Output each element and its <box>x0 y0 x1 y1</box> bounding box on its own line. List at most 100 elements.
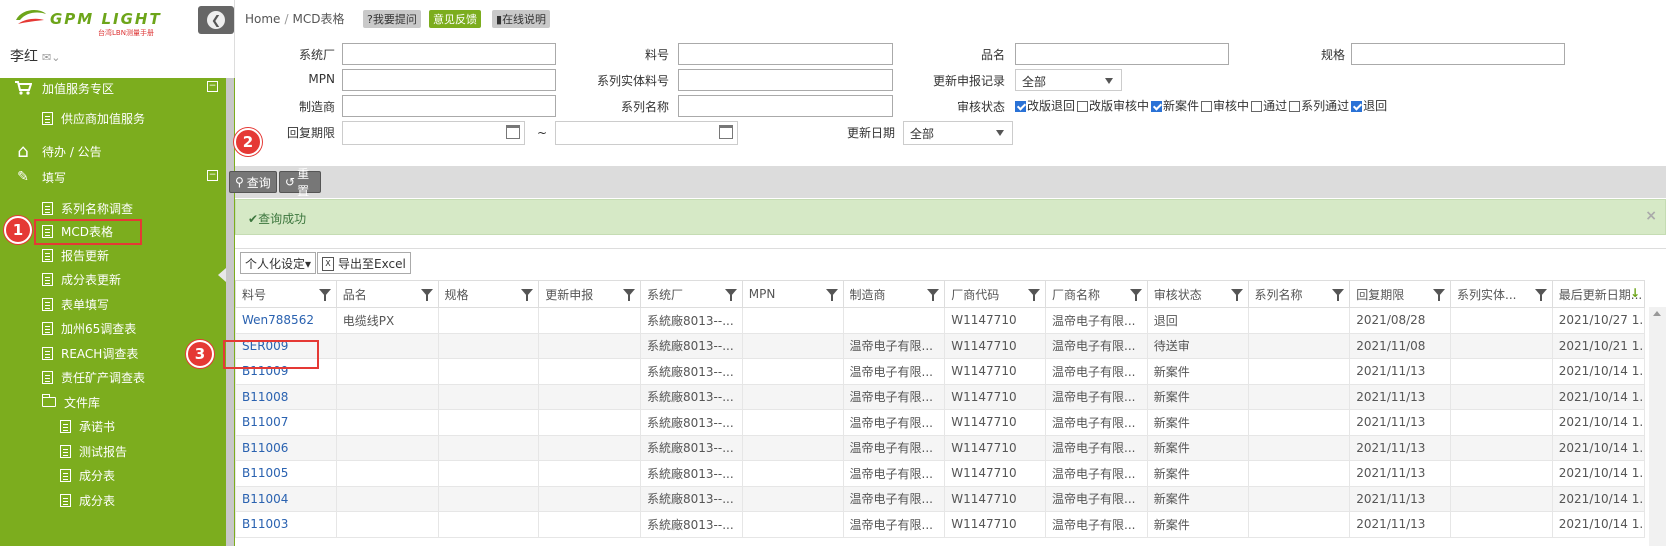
spec-input[interactable] <box>1351 43 1565 65</box>
reply-deadline-end-input[interactable] <box>555 121 738 145</box>
status-checkbox[interactable] <box>1015 101 1026 112</box>
part-no-link[interactable]: B11004 <box>235 485 337 512</box>
reset-button[interactable]: ↺ 重置 <box>279 167 321 198</box>
part-no-link[interactable]: B11005 <box>235 460 337 487</box>
personalize-dropdown[interactable]: 个人化设定▾ <box>240 252 317 274</box>
query-button[interactable]: ⚲ 查询 <box>229 171 277 193</box>
system-factory-input[interactable] <box>342 43 556 65</box>
sidebar-item-11[interactable]: 责任矿产调查表 <box>0 365 226 389</box>
part-no-link[interactable]: B11007 <box>235 409 337 436</box>
sidebar-scrollbar[interactable] <box>226 78 234 546</box>
part-no-input[interactable] <box>678 43 893 65</box>
filter-icon[interactable] <box>1230 289 1243 301</box>
online-help-button[interactable]: ▮在线说明 <box>492 10 551 28</box>
part-no-link[interactable]: B11006 <box>235 434 337 461</box>
status-checkbox[interactable] <box>1251 101 1263 112</box>
sidebar-item-0[interactable]: 加值服务专区 − <box>0 76 226 100</box>
filter-icon[interactable] <box>1129 289 1142 301</box>
sidebar-item-16[interactable]: 成分表 <box>0 488 226 512</box>
sidebar-item-15[interactable]: 成分表 <box>0 463 226 487</box>
user-menu[interactable]: 李红 ✉⌄ <box>10 46 60 66</box>
filter-icon[interactable] <box>927 289 940 301</box>
mpn-input[interactable] <box>342 69 556 91</box>
column-header-5[interactable]: MPN <box>741 280 844 308</box>
part-no-link[interactable]: B11008 <box>235 383 337 410</box>
column-header-0[interactable]: 料号 <box>235 280 337 308</box>
table-row[interactable]: B11003 系統廠8013--... 温帝电子有限... W1147710 温帝电子有… <box>235 511 1646 538</box>
collapse-minus-icon[interactable]: − <box>207 170 218 181</box>
column-header-10[interactable]: 系列名称 <box>1247 280 1351 308</box>
column-header-12[interactable]: 系列实体... <box>1450 280 1553 308</box>
series-entity-part-input[interactable] <box>678 69 893 91</box>
export-excel-button[interactable]: X 导出至Excel <box>317 252 411 274</box>
close-icon[interactable]: × <box>1645 208 1657 224</box>
product-name-input[interactable] <box>1015 43 1229 65</box>
column-header-8[interactable]: 厂商名称 <box>1045 280 1148 308</box>
column-header-11[interactable]: 回复期限 <box>1349 280 1451 308</box>
column-header-3[interactable]: 更新申报 <box>538 280 641 308</box>
sidebar-item-14[interactable]: 测试报告 <box>0 439 226 463</box>
filter-icon[interactable] <box>318 289 331 301</box>
update-record-select[interactable]: 全部 <box>1015 69 1122 91</box>
filter-icon[interactable] <box>521 289 534 301</box>
status-option-6[interactable]: 退回 <box>1351 97 1387 114</box>
column-header-13[interactable]: 最后更新日期... ↓ <box>1551 280 1646 308</box>
table-row[interactable]: B11008 系統廠8013--... 温帝电子有限... W1147710 温帝电子有… <box>235 383 1646 410</box>
status-option-3[interactable]: 审核中 <box>1201 97 1249 114</box>
filter-icon[interactable] <box>623 289 635 301</box>
filter-icon[interactable] <box>1433 289 1445 301</box>
filter-icon[interactable] <box>1332 289 1345 301</box>
sidebar-item-13[interactable]: 承诺书 <box>0 414 226 438</box>
part-no-link[interactable]: Wen788562 <box>235 307 337 334</box>
feedback-button[interactable]: 意见反馈 <box>429 10 481 28</box>
column-header-2[interactable]: 规格 <box>437 280 540 308</box>
status-checkbox[interactable] <box>1289 101 1301 112</box>
sidebar-item-1[interactable]: 供应商加值服务 <box>0 106 226 130</box>
status-option-0[interactable]: 改版退回 <box>1015 97 1075 114</box>
filter-icon[interactable] <box>420 289 433 301</box>
sidebar-item-7[interactable]: 成分表更新 <box>0 267 226 291</box>
sidebar-item-2[interactable]: ⌂ 待办 / 公告 <box>0 139 226 163</box>
breadcrumb-home[interactable]: Home <box>245 12 280 26</box>
table-row[interactable]: B11005 系統廠8013--... 温帝电子有限... W1147710 温帝电子有… <box>235 460 1646 487</box>
manufacturer-input[interactable] <box>342 95 556 117</box>
filter-icon[interactable] <box>1028 289 1040 301</box>
sidebar-item-6[interactable]: 报告更新 <box>0 243 226 267</box>
scroll-up-icon[interactable] <box>1653 311 1661 316</box>
table-row[interactable]: Wen788562 电缆线PX 系統廠8013--... W1147710 温帝电子有限… <box>235 307 1646 334</box>
update-date-select[interactable]: 全部 <box>903 121 1013 145</box>
calendar-icon[interactable] <box>506 125 520 139</box>
table-row[interactable]: B11004 系統廠8013--... 温帝电子有限... W1147710 温帝电子有… <box>235 485 1646 512</box>
sidebar-collapse-button[interactable]: ❮ <box>198 6 234 34</box>
column-header-7[interactable]: 厂商代码 <box>944 280 1046 308</box>
calendar-icon[interactable] <box>719 125 733 139</box>
filter-icon[interactable] <box>825 289 838 301</box>
status-checkbox[interactable] <box>1351 101 1363 112</box>
column-header-6[interactable]: 制造商 <box>842 280 946 308</box>
table-row[interactable]: B11006 系統廠8013--... 温帝电子有限... W1147710 温帝电子有… <box>235 434 1646 461</box>
column-header-9[interactable]: 审核状态 <box>1146 280 1249 308</box>
table-row[interactable]: B11007 系統廠8013--... 温帝电子有限... W1147710 温帝电子有… <box>235 409 1646 436</box>
status-checkbox[interactable] <box>1077 101 1089 112</box>
status-option-4[interactable]: 通过 <box>1251 97 1287 114</box>
status-option-2[interactable]: 新案件 <box>1151 97 1199 114</box>
column-header-4[interactable]: 系统厂 <box>640 280 743 308</box>
status-option-1[interactable]: 改版审核中 <box>1077 97 1149 114</box>
status-checkbox[interactable] <box>1201 101 1213 112</box>
sidebar-item-3[interactable]: ✎ 填写 − <box>0 165 226 189</box>
filter-icon[interactable] <box>724 289 737 301</box>
brand-logo[interactable]: GPM LIGHT 台湾LBN测量手册 <box>14 6 174 37</box>
status-checkbox[interactable] <box>1151 101 1163 112</box>
table-scrollbar[interactable] <box>1649 307 1666 546</box>
sidebar-item-9[interactable]: 加州65调查表 <box>0 316 226 340</box>
series-name-input[interactable] <box>678 95 893 117</box>
reply-deadline-start-input[interactable] <box>342 121 525 145</box>
table-row[interactable]: SER009 系統廠8013--... 温帝电子有限... W1147710 温帝电子有… <box>235 332 1646 359</box>
sidebar-item-8[interactable]: 表单填写 <box>0 292 226 316</box>
collapse-minus-icon[interactable]: − <box>207 81 218 92</box>
sidebar-item-12[interactable]: 文件库 <box>0 390 226 414</box>
table-row[interactable]: B11009 系統廠8013--... 温帝电子有限... W1147710 温帝电子有… <box>235 358 1646 385</box>
column-header-1[interactable]: 品名 <box>335 280 439 308</box>
sidebar-item-4[interactable]: 系列名称调查 <box>0 196 226 220</box>
sort-desc-icon[interactable]: ↓ <box>1630 286 1640 300</box>
